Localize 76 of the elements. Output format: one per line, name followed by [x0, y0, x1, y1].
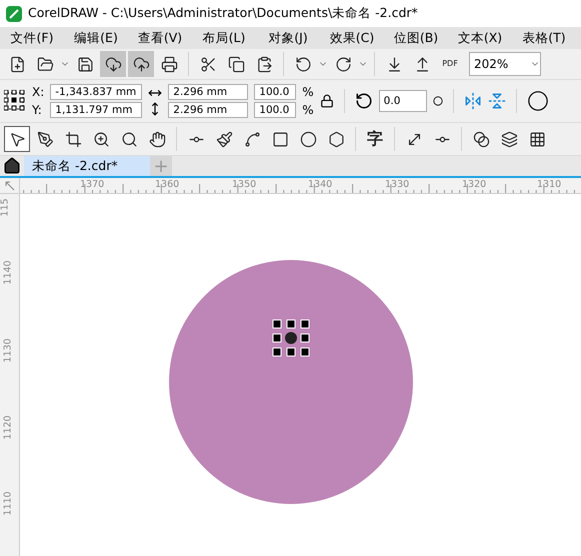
- y-field[interactable]: 1,131.797 mm: [50, 102, 142, 118]
- selection-handles[interactable]: [272, 320, 310, 356]
- menu-item[interactable]: 文本(X): [448, 30, 512, 46]
- ruler-label: 1370: [80, 179, 104, 190]
- ruler-label: 1360: [155, 179, 180, 190]
- hand-icon: [148, 130, 166, 148]
- circle-icon: [300, 130, 316, 148]
- menu-item[interactable]: 效果(C): [320, 30, 384, 46]
- ruler-label: 1120: [2, 415, 14, 440]
- undo-icon: [294, 56, 312, 72]
- y-label: Y:: [32, 102, 43, 118]
- rotation-field[interactable]: 0.0: [378, 90, 427, 112]
- brush-icon: [216, 130, 232, 148]
- zoom-combo[interactable]: 202%: [469, 52, 541, 76]
- ruler-label: 1140: [2, 260, 14, 285]
- menu-item[interactable]: 文件(F): [0, 30, 64, 46]
- menu-item[interactable]: 编辑(E): [64, 30, 128, 46]
- hexagon-icon: [328, 130, 344, 148]
- document-tab[interactable]: 未命名 -2.cdr*: [24, 156, 150, 176]
- ruler-label: 1130: [2, 338, 14, 363]
- scale-x-field[interactable]: 100.0: [254, 84, 296, 100]
- folder-icon: [36, 56, 54, 72]
- tool-button[interactable]: [128, 51, 154, 77]
- checkerboard-icon: [528, 130, 546, 148]
- ruler-label: 1350: [232, 179, 256, 190]
- window-title: CorelDRAW - C:\Users\Administrator\Documents\未命名 -2.cdr*: [28, 5, 418, 22]
- square-icon: [272, 130, 288, 148]
- blend-icon: [472, 130, 490, 148]
- new-file-icon: [8, 56, 26, 72]
- printer-icon: [160, 56, 178, 72]
- search-icon: [120, 130, 138, 148]
- menu-item[interactable]: 查看(V): [128, 30, 192, 46]
- anchor-grid-icon: [4, 90, 26, 112]
- ruler-label: 1340: [308, 179, 332, 190]
- menu-item[interactable]: 对象(J): [256, 30, 320, 46]
- pdf-button[interactable]: PDF: [437, 51, 463, 77]
- cloud-download-icon: [104, 56, 122, 72]
- pen-icon: [36, 130, 54, 148]
- cloud-upload-icon: [132, 56, 150, 72]
- ruler-label: 1310: [537, 179, 562, 190]
- mirror-horizontal-icon[interactable]: [464, 92, 482, 110]
- percent-label: %: [302, 84, 314, 100]
- ruler-label: 1320: [462, 179, 486, 190]
- menu-item[interactable]: 布局(L): [192, 30, 256, 46]
- menu-item[interactable]: 表格(T): [512, 30, 576, 46]
- layers-icon: [500, 130, 518, 148]
- copy-icon: [228, 56, 244, 72]
- rotate-icon: [354, 92, 373, 110]
- ruler-label: 115: [0, 198, 11, 217]
- width-field[interactable]: 2.296 mm: [168, 84, 248, 100]
- x-label: X:: [32, 84, 44, 100]
- crop-icon: [64, 130, 82, 148]
- scissors-icon: [200, 56, 216, 72]
- zoom-icon: [92, 130, 110, 148]
- x-field[interactable]: -1,343.837 mm: [50, 84, 142, 100]
- tool-button[interactable]: [100, 51, 126, 77]
- save-icon: [76, 56, 94, 72]
- menu-item[interactable]: 位图(B): [384, 30, 448, 46]
- ruler-origin-icon: [4, 180, 14, 190]
- paste-icon: [256, 56, 272, 72]
- curve-icon: [244, 130, 260, 148]
- ruler-label: 1330: [385, 179, 410, 190]
- tool-button[interactable]: [4, 126, 30, 152]
- text-tool-button[interactable]: 字: [362, 126, 388, 152]
- ruler-label: 1110: [2, 491, 14, 516]
- app-logo-icon: [6, 6, 22, 22]
- circle-icon: [432, 96, 443, 106]
- mirror-vertical-icon[interactable]: [488, 92, 506, 110]
- height-field[interactable]: 2.296 mm: [168, 102, 248, 118]
- redo-icon: [334, 56, 352, 72]
- home-icon[interactable]: [3, 157, 21, 175]
- percent-label: %: [302, 102, 314, 118]
- lock-icon[interactable]: [320, 94, 334, 108]
- circle-icon[interactable]: [526, 90, 549, 112]
- pointer-icon: [8, 130, 26, 148]
- scale-y-field[interactable]: 100.0: [254, 102, 296, 118]
